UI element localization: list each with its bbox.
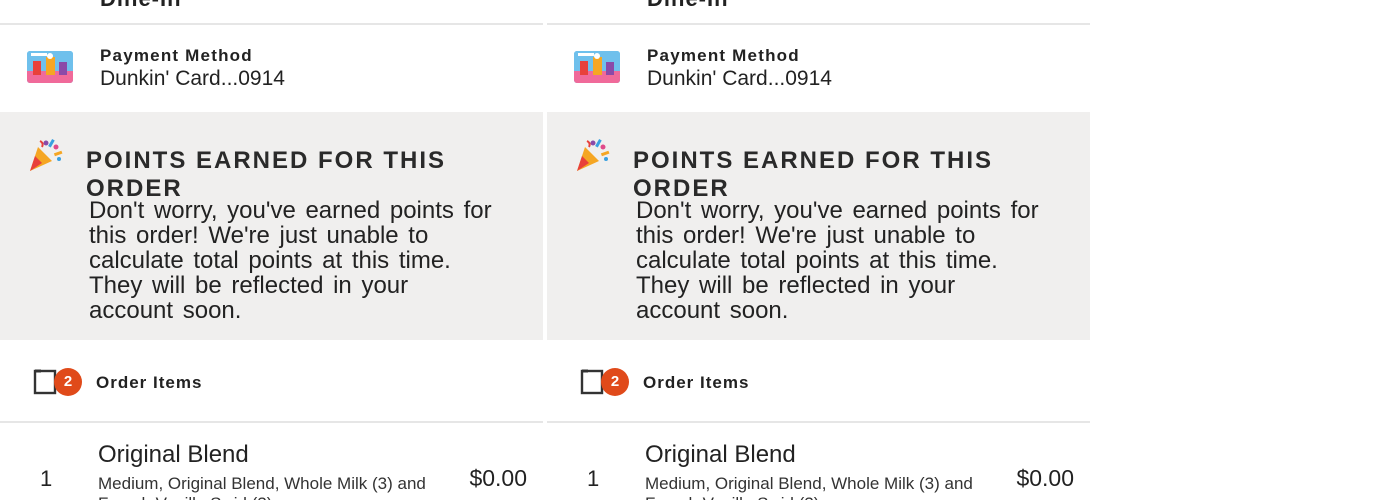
item-quantity: 1 (40, 466, 53, 491)
payment-method-label: Payment Method (100, 46, 253, 65)
item-description: Medium, Original Blend, Whole Milk (3) a… (98, 474, 426, 500)
item-price: $0.00 (469, 465, 527, 491)
dunkin-card-icon (27, 51, 73, 83)
payment-method-value: Dunkin' Card...0914 (100, 67, 285, 90)
divider (0, 421, 543, 423)
item-quantity: 1 (587, 466, 600, 491)
party-popper-icon (26, 137, 64, 173)
item-description: Medium, Original Blend, Whole Milk (3) a… (645, 474, 973, 500)
divider (0, 23, 543, 25)
order-items-label: Order Items (96, 373, 203, 392)
payment-method-label: Payment Method (647, 46, 800, 65)
divider (547, 23, 1090, 25)
points-title: Points earned for this order (633, 147, 994, 202)
points-earned-section: Points earned for this order Don't worry… (547, 112, 1090, 340)
item-count-badge: 2 (54, 368, 82, 396)
item-name: Original Blend (645, 441, 796, 468)
divider (547, 421, 1090, 423)
points-message: Don't worry, you've earned points for th… (636, 197, 1039, 324)
item-name: Original Blend (98, 441, 249, 468)
order-panel-right: Dine-In Payment Method Dunkin' Card...09… (547, 0, 1090, 500)
order-type-text: Dine-In (100, 0, 182, 12)
order-type-text: Dine-In (647, 0, 729, 12)
points-message: Don't worry, you've earned points for th… (89, 197, 492, 324)
item-count-badge: 2 (601, 368, 629, 396)
payment-method-value: Dunkin' Card...0914 (647, 67, 832, 90)
party-popper-icon (573, 137, 611, 173)
points-title: Points earned for this order (86, 147, 447, 202)
item-price: $0.00 (1016, 465, 1074, 491)
order-items-label: Order Items (643, 373, 750, 392)
points-earned-section: Points earned for this order Don't worry… (0, 112, 543, 340)
dunkin-card-icon (574, 51, 620, 83)
order-panel-left: Dine-In Payment Method Dunkin' Card...09… (0, 0, 543, 500)
